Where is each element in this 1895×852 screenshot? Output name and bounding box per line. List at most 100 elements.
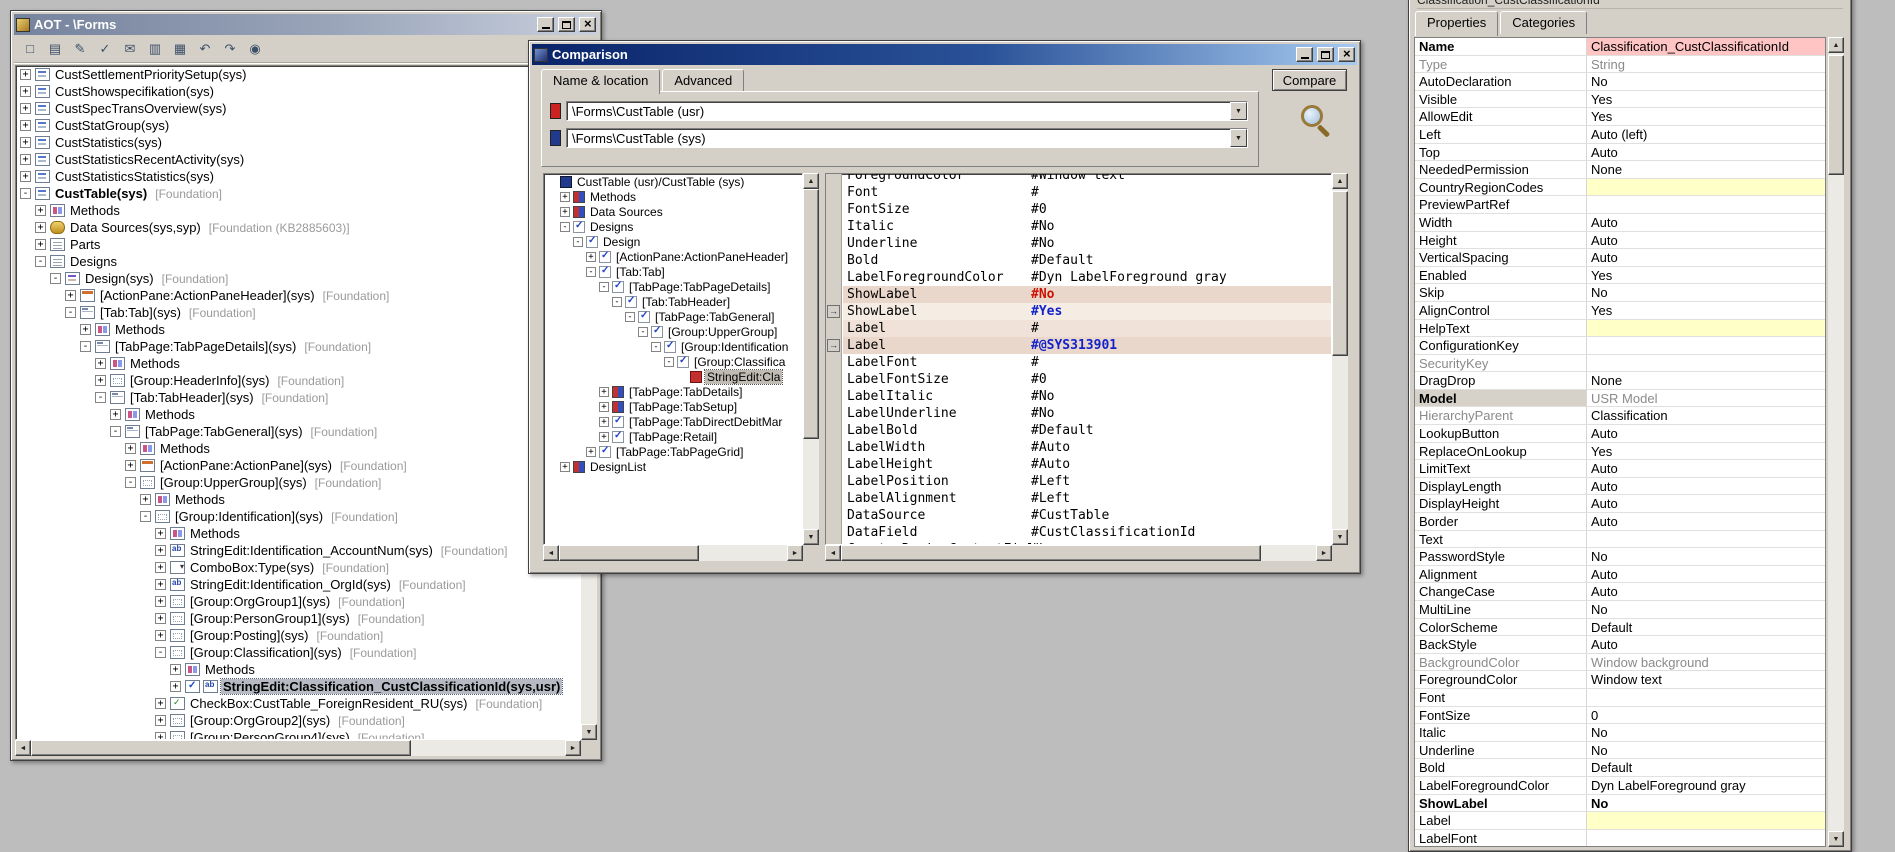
property-row[interactable]: ModelUSR Model [1415, 390, 1825, 408]
tree-item[interactable]: -Design(sys)[Foundation] [16, 270, 580, 287]
split-mark-icon[interactable] [573, 206, 585, 218]
property-row[interactable]: CountryRegionCodes [1415, 179, 1825, 197]
undo-icon[interactable]: ↶ [194, 39, 216, 59]
property-row[interactable]: UnderlineNo [1415, 742, 1825, 760]
minimize-button[interactable] [1296, 47, 1313, 62]
import-icon[interactable]: ▥ [144, 39, 166, 59]
comparison-prop-row[interactable]: LabelWidth#Auto [843, 439, 1331, 456]
comparison-prop-row[interactable]: Italic#No [843, 218, 1331, 235]
tree-item[interactable]: +[Group:OrgGroup2](sys)[Foundation] [16, 712, 580, 729]
comparison-prop-row[interactable]: LabelFont# [843, 354, 1331, 371]
tree-item[interactable]: -[Group:Identification](sys)[Foundation] [16, 508, 580, 525]
expander-icon[interactable]: + [35, 239, 46, 250]
tree-item[interactable]: +Methods [16, 406, 580, 423]
property-value[interactable]: Auto [1587, 636, 1825, 653]
property-value[interactable]: No [1587, 284, 1825, 301]
tree-item[interactable]: +CustStatisticsRecentActivity(sys) [16, 151, 580, 168]
comparison-prop-row[interactable]: Underline#No [843, 235, 1331, 252]
split-mark-icon[interactable] [612, 401, 624, 413]
property-value[interactable]: Auto [1587, 460, 1825, 477]
comparison-tree-vertical-scrollbar[interactable] [803, 173, 819, 545]
property-row[interactable]: DisplayHeightAuto [1415, 495, 1825, 513]
comparison-tree-item[interactable]: -[Group:UpperGroup] [544, 324, 802, 339]
tree-item[interactable]: +[Group:PersonGroup4](sys)[Foundation] [16, 729, 580, 740]
tree-item[interactable]: +Methods [16, 661, 580, 678]
property-value[interactable]: USR Model [1587, 390, 1825, 407]
close-button[interactable] [1338, 47, 1355, 62]
compare-button[interactable]: Compare [1272, 69, 1347, 91]
expander-icon[interactable]: + [20, 69, 31, 80]
property-row[interactable]: FontSize0 [1415, 707, 1825, 725]
property-value[interactable]: Classification_CustClassificationId [1587, 38, 1825, 55]
expander-icon[interactable]: + [155, 630, 166, 641]
property-row[interactable]: TopAuto [1415, 144, 1825, 162]
expander-icon[interactable]: + [155, 596, 166, 607]
property-value[interactable] [1587, 355, 1825, 372]
tree-item[interactable]: +[ActionPane:ActionPaneHeader](sys)[Foun… [16, 287, 580, 304]
comparison-prop-row[interactable]: LabelForegroundColor#Dyn LabelForeground… [843, 269, 1331, 286]
comparison-tree-item[interactable]: +[TabPage:TabDirectDebitMar [544, 414, 802, 429]
source-combo[interactable]: \Forms\CustTable (sys) [566, 128, 1248, 148]
edit-icon[interactable]: ✎ [69, 39, 91, 59]
tree-item[interactable]: +Parts [16, 236, 580, 253]
scroll-down-icon[interactable] [803, 529, 819, 545]
property-value[interactable]: None [1587, 161, 1825, 178]
property-row[interactable]: ReplaceOnLookupYes [1415, 443, 1825, 461]
property-row[interactable]: VerticalSpacingAuto [1415, 249, 1825, 267]
expander-icon[interactable]: + [560, 207, 570, 217]
comparison-prop-row[interactable]: Label#@SYS313901 [843, 337, 1331, 354]
scroll-down-icon[interactable] [581, 724, 597, 740]
comparison-prop-row[interactable]: ShowLabel#Yes [843, 303, 1331, 320]
navy-mark-icon[interactable] [560, 176, 572, 188]
expander-icon[interactable]: - [638, 327, 648, 337]
expander-icon[interactable]: + [155, 562, 166, 573]
property-row[interactable]: HeightAuto [1415, 232, 1825, 250]
comparison-tree-item[interactable]: +[TabPage:TabPageGrid] [544, 444, 802, 459]
expander-icon[interactable]: - [612, 297, 622, 307]
expander-icon[interactable]: + [155, 715, 166, 726]
property-row[interactable]: MultiLineNo [1415, 601, 1825, 619]
scroll-right-icon[interactable] [787, 545, 803, 561]
tab-properties[interactable]: Properties [1415, 11, 1498, 36]
tree-item[interactable]: +Methods [16, 355, 580, 372]
property-row[interactable]: AlignControlYes [1415, 302, 1825, 320]
comparison-prop-row[interactable]: DataSource#CustTable [843, 507, 1331, 524]
comparison-prop-row[interactable]: DataField#CustClassificationId [843, 524, 1331, 541]
property-row[interactable]: BackStyleAuto [1415, 636, 1825, 654]
tree-item[interactable]: +StringEdit:Identification_OrgId(sys)[Fo… [16, 576, 580, 593]
check-mark-icon[interactable] [612, 416, 624, 428]
expander-icon[interactable]: - [20, 188, 31, 199]
property-value[interactable]: Auto [1587, 249, 1825, 266]
comparison-tree-horizontal-scrollbar[interactable] [543, 545, 803, 561]
comparison-tree-item[interactable]: +DesignList [544, 459, 802, 474]
expander-icon[interactable]: - [80, 341, 91, 352]
property-row[interactable]: ShowLabelNo [1415, 795, 1825, 813]
property-row[interactable]: SkipNo [1415, 284, 1825, 302]
expander-icon[interactable]: + [599, 417, 609, 427]
expander-icon[interactable]: + [155, 579, 166, 590]
property-value[interactable]: Yes [1587, 108, 1825, 125]
tree-item[interactable]: -Designs [16, 253, 580, 270]
minimize-button[interactable] [537, 17, 554, 32]
expander-icon[interactable]: - [35, 256, 46, 267]
expander-icon[interactable]: + [125, 443, 136, 454]
comparison-prop-row[interactable]: ShowLabel#No [843, 286, 1331, 303]
expander-icon[interactable]: - [110, 426, 121, 437]
property-row[interactable]: HierarchyParentClassification [1415, 407, 1825, 425]
expander-icon[interactable]: + [20, 137, 31, 148]
expander-icon[interactable]: - [155, 647, 166, 658]
property-row[interactable]: DragDropNone [1415, 372, 1825, 390]
expander-icon[interactable]: + [586, 447, 596, 457]
expander-icon[interactable]: + [35, 222, 46, 233]
compile-icon[interactable]: ✓ [94, 39, 116, 59]
property-row[interactable]: EnabledYes [1415, 267, 1825, 285]
redo-icon[interactable]: ↷ [219, 39, 241, 59]
expander-icon[interactable]: - [125, 477, 136, 488]
expander-icon[interactable]: + [20, 103, 31, 114]
property-value[interactable] [1587, 196, 1825, 213]
property-value[interactable]: Yes [1587, 91, 1825, 108]
red-mark-icon[interactable] [690, 371, 702, 383]
property-row[interactable]: AlignmentAuto [1415, 566, 1825, 584]
aot-horizontal-scrollbar[interactable] [15, 740, 581, 756]
scroll-down-icon[interactable] [1828, 831, 1844, 847]
